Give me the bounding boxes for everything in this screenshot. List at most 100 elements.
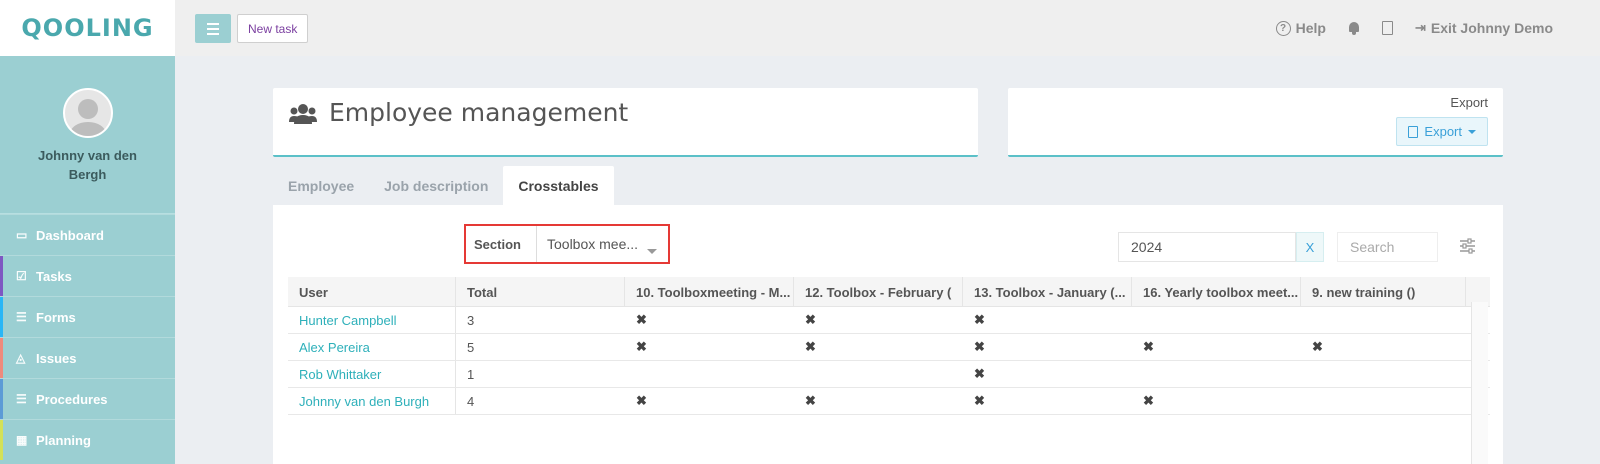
sidebar-item-planning[interactable]: ▦ Planning xyxy=(0,419,175,460)
cross-mark-icon: ✖ xyxy=(974,393,985,408)
logo-container[interactable]: QOOLING xyxy=(0,0,175,56)
users-icon xyxy=(289,104,317,124)
crosstable-cell xyxy=(1301,388,1466,414)
sidebar-item-procedures[interactable]: ☰ Procedures xyxy=(0,378,175,419)
tab-crosstables[interactable]: Crosstables xyxy=(503,166,614,205)
column-header[interactable]: 12. Toolbox - February ( xyxy=(794,277,963,307)
chevron-down-icon xyxy=(647,249,657,254)
profile-name: Johnny van den Bergh xyxy=(38,148,137,182)
crosstable-cell: ✖ xyxy=(963,361,1132,387)
total-cell: 4 xyxy=(467,393,475,409)
crosstable-cell: ✖ xyxy=(794,334,963,360)
bell-icon: ◬ xyxy=(16,351,26,365)
exit-demo-link[interactable]: ⇥ Exit Johnny Demo xyxy=(1415,20,1553,36)
crosstable-cell: ✖ xyxy=(1132,388,1301,414)
sidebar-item-accent xyxy=(0,420,3,460)
export-button[interactable]: Export xyxy=(1396,117,1488,146)
crosstable-cell: ✖ xyxy=(963,334,1132,360)
monitor-icon: ▭ xyxy=(16,228,28,242)
search-input[interactable]: Search xyxy=(1337,232,1438,262)
crosstable-cell xyxy=(1301,307,1466,333)
section-filter: Section Toolbox mee... xyxy=(464,224,670,264)
cross-mark-icon: ✖ xyxy=(1143,393,1154,408)
user-link[interactable]: Hunter Campbell xyxy=(288,307,456,333)
tab-job-description[interactable]: Job description xyxy=(369,166,503,205)
export-button-label: Export xyxy=(1424,124,1462,139)
vertical-scrollbar[interactable] xyxy=(1471,302,1488,464)
column-header[interactable]: User xyxy=(288,277,456,307)
help-link[interactable]: ? Help xyxy=(1275,20,1326,36)
sidebar-item-forms[interactable]: ☰ Forms xyxy=(0,296,175,337)
table-row: Hunter Campbell 3 ✖ ✖ ✖ xyxy=(288,307,1490,334)
sidebar-item-accent xyxy=(0,338,3,378)
total-cell: 3 xyxy=(467,312,475,328)
column-header[interactable]: 16. Yearly toolbox meet... xyxy=(1132,277,1301,307)
sidebar-item-issues[interactable]: ◬ Issues xyxy=(0,337,175,378)
sidebar-item-label: Procedures xyxy=(36,391,108,407)
table-row: Alex Pereira 5 ✖ ✖ ✖ ✖ ✖ xyxy=(288,334,1490,361)
top-bar: New task ? Help ⇥ Exit Johnny Demo xyxy=(175,0,1600,56)
crosstable-cell: ✖ xyxy=(963,388,1132,414)
crosstable-cell xyxy=(1301,361,1466,387)
sliders-icon[interactable] xyxy=(1459,238,1476,254)
section-label: Section xyxy=(466,226,537,262)
table-header: User Total 10. Toolboxmeeting - M... 12. To… xyxy=(288,277,1490,307)
sidebar-item-label: Forms xyxy=(36,309,76,325)
section-select[interactable]: Toolbox mee... xyxy=(537,236,668,254)
section-select-value: Toolbox mee... xyxy=(547,236,639,252)
sidebar-item-label: Dashboard xyxy=(36,227,104,243)
cross-mark-icon: ✖ xyxy=(805,339,816,354)
sidebar-item-accent xyxy=(0,297,3,337)
sidebar-item-label: Tasks xyxy=(36,268,72,284)
user-link[interactable]: Rob Whittaker xyxy=(288,361,456,387)
bell-icon xyxy=(1348,21,1360,35)
export-panel: Export Export xyxy=(1008,88,1503,157)
sidebar-item-dashboard[interactable]: ▭ Dashboard xyxy=(0,214,175,255)
column-header[interactable]: 9. new training () xyxy=(1301,277,1466,307)
new-task-button[interactable]: New task xyxy=(237,14,309,43)
avatar[interactable] xyxy=(62,88,113,138)
notifications-button[interactable] xyxy=(1348,21,1360,35)
check-square-icon: ☑ xyxy=(16,269,27,283)
total-cell: 1 xyxy=(467,366,475,382)
export-label: Export xyxy=(1450,95,1488,110)
menu-toggle-button[interactable] xyxy=(195,14,231,43)
total-cell: 5 xyxy=(467,339,475,355)
list-icon: ☰ xyxy=(16,392,27,406)
page-header-panel: Employee management xyxy=(273,88,978,157)
column-header[interactable]: 10. Toolboxmeeting - M... xyxy=(625,277,794,307)
cross-mark-icon: ✖ xyxy=(805,393,816,408)
exit-label: Exit Johnny Demo xyxy=(1430,20,1553,36)
crosstable: User Total 10. Toolboxmeeting - M... 12. To… xyxy=(288,277,1490,415)
document-icon xyxy=(1408,125,1419,138)
column-header[interactable]: Total xyxy=(456,277,625,307)
cross-mark-icon: ✖ xyxy=(805,312,816,327)
sidebar-item-accent xyxy=(0,379,3,419)
crosstable-cell xyxy=(1132,361,1301,387)
sidebar: QOOLING Johnny van den Bergh ▭ Dashboard ☑… xyxy=(0,0,175,464)
clear-year-button[interactable]: X xyxy=(1296,232,1324,262)
crosstable-cell xyxy=(1132,307,1301,333)
crosstable-cell: ✖ xyxy=(625,307,794,333)
sidebar-item-tasks[interactable]: ☑ Tasks xyxy=(0,255,175,296)
column-header[interactable]: 13. Toolbox - January (... xyxy=(963,277,1132,307)
user-profile: Johnny van den Bergh xyxy=(0,56,175,214)
logo[interactable]: QOOLING xyxy=(21,14,153,42)
help-label: Help xyxy=(1295,20,1326,36)
cross-mark-icon: ✖ xyxy=(636,339,647,354)
crosstable-cell xyxy=(625,361,794,387)
table-row: Johnny van den Burgh 4 ✖ ✖ ✖ ✖ xyxy=(288,388,1490,415)
cross-mark-icon: ✖ xyxy=(974,339,985,354)
organization-button[interactable] xyxy=(1381,21,1393,35)
crosstable-cell: ✖ xyxy=(963,307,1132,333)
user-link[interactable]: Johnny van den Burgh xyxy=(288,388,456,414)
tab-employee[interactable]: Employee xyxy=(273,166,369,205)
calendar-icon: ▦ xyxy=(16,433,28,447)
help-icon: ? xyxy=(1275,20,1291,36)
crosstable-cell xyxy=(794,361,963,387)
user-link[interactable]: Alex Pereira xyxy=(288,334,456,360)
year-input[interactable]: 2024 xyxy=(1118,232,1296,262)
sidebar-item-label: Planning xyxy=(36,432,91,448)
table-body: Hunter Campbell 3 ✖ ✖ ✖ Alex Pereira 5 ✖ ✖ ✖ ✖ ✖ Rob… xyxy=(288,307,1490,415)
page-title: Employee management xyxy=(329,98,629,127)
